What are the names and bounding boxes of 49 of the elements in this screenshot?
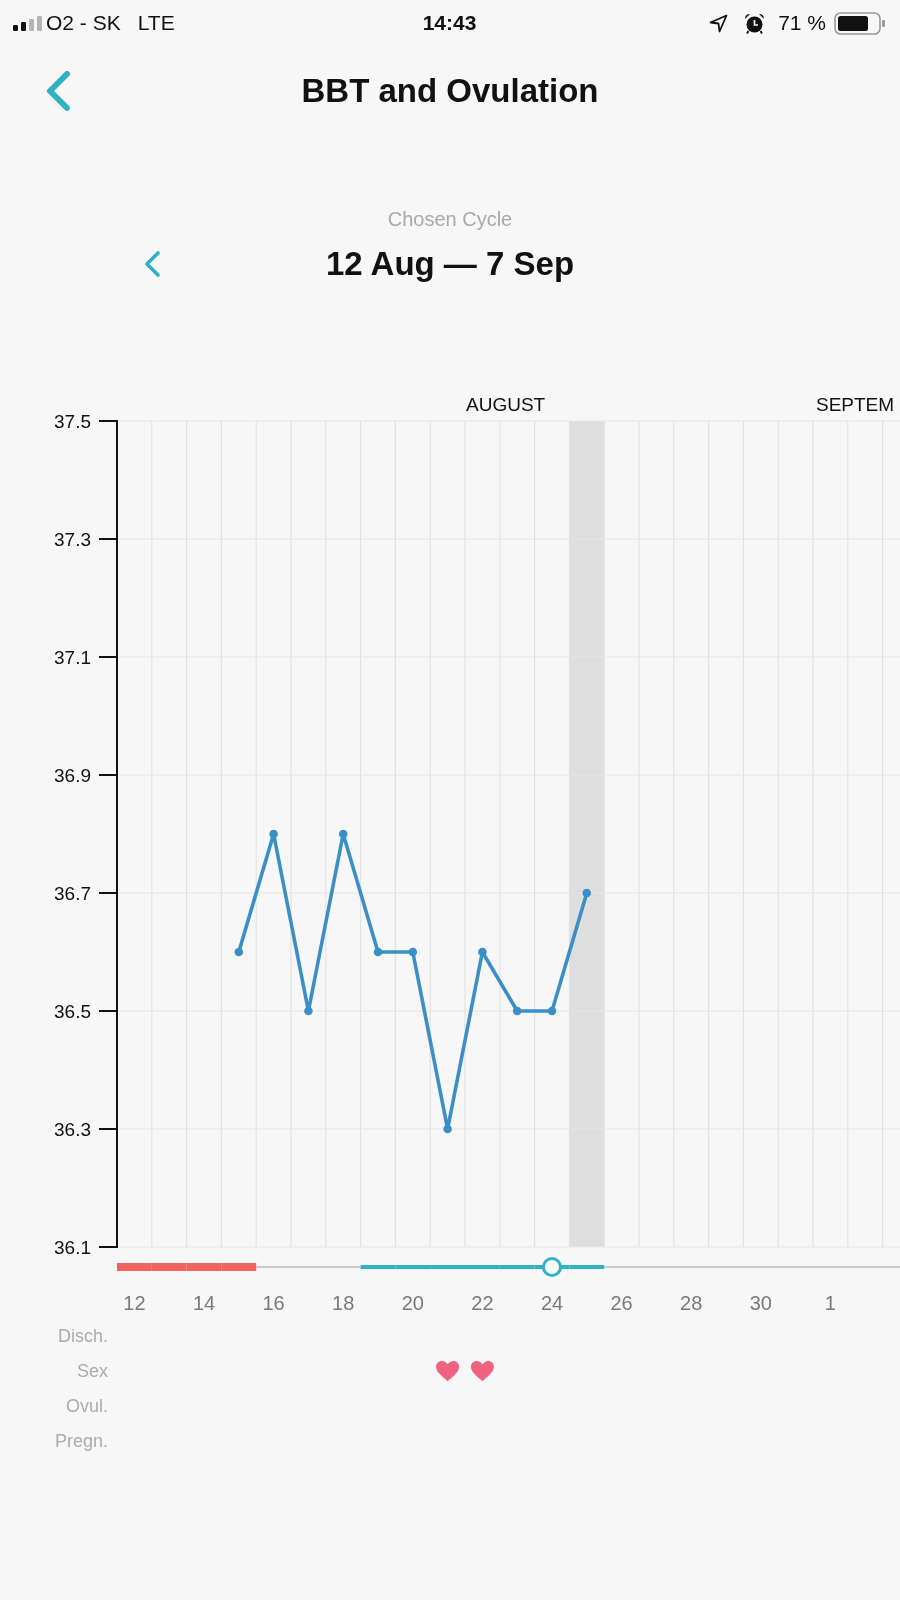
network-type: LTE <box>137 11 175 35</box>
axis-label: 36.9 <box>54 765 91 786</box>
data-point <box>408 947 418 957</box>
axis-label: 14 <box>192 1292 216 1314</box>
axis-label: 28 <box>680 1292 703 1314</box>
data-point <box>338 829 348 839</box>
axis-label: 30 <box>749 1292 772 1314</box>
location-arrow-icon <box>709 13 729 33</box>
data-point <box>582 888 592 898</box>
data-point <box>269 829 278 839</box>
data-point <box>373 947 383 957</box>
axis-label: 26 <box>610 1292 633 1314</box>
battery-percentage: 71 % <box>778 11 826 35</box>
chevron-left-icon <box>44 71 71 111</box>
data-point <box>304 1006 313 1016</box>
axis-label: 36.1 <box>54 1237 91 1258</box>
row-label: Ovul. <box>66 1396 108 1416</box>
axis-label: 37.5 <box>54 411 91 432</box>
data-point <box>478 947 487 957</box>
axis-label: 20 <box>401 1292 424 1314</box>
month-label: AUGUST <box>466 394 546 415</box>
screen-title: BBT and Ovulation <box>301 72 599 110</box>
axis-label: 24 <box>540 1292 564 1314</box>
axis-label: 18 <box>332 1292 355 1314</box>
axis-label: 36.5 <box>54 1001 91 1022</box>
battery-icon <box>834 11 886 35</box>
month-label: SEPTEM <box>816 394 895 415</box>
data-point <box>512 1006 522 1016</box>
axis-label: 36.3 <box>54 1119 91 1140</box>
axis-label: 22 <box>471 1292 494 1314</box>
row-label: Pregn. <box>54 1431 108 1451</box>
row-label: Disch. <box>58 1326 108 1346</box>
signal-icon <box>13 15 42 31</box>
axis-label: 16 <box>262 1292 285 1314</box>
axis-label: 36.7 <box>54 883 91 904</box>
cycle-caption: Chosen Cycle <box>387 207 513 232</box>
axis-label: 37.3 <box>54 529 91 550</box>
data-point <box>234 947 244 957</box>
axis-label: 37.1 <box>54 647 91 668</box>
data-point <box>443 1124 452 1134</box>
chevron-left-icon <box>144 250 161 278</box>
carrier-name: O2 - SK <box>46 11 121 35</box>
data-point <box>547 1006 557 1016</box>
axis-label: 1 <box>824 1292 836 1314</box>
axis-label: 12 <box>123 1292 146 1314</box>
cycle-date-range: 12 Aug — 7 Sep <box>325 244 575 284</box>
row-label: Sex <box>76 1361 108 1381</box>
status-time: 14:43 <box>422 11 477 35</box>
alarm-clock-icon <box>744 12 766 34</box>
